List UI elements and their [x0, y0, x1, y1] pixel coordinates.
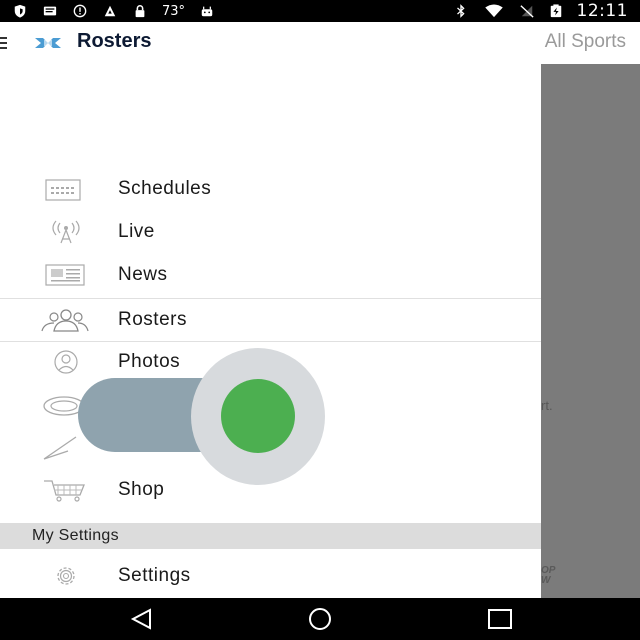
page-title: Rosters	[77, 30, 152, 52]
home-icon[interactable]	[306, 606, 334, 632]
lock-icon	[135, 5, 145, 18]
wifi-icon	[484, 4, 503, 18]
temperature-label: 73°	[162, 3, 186, 19]
drawer-item-schedules[interactable]: Schedules	[0, 168, 541, 210]
gear-icon	[57, 567, 75, 585]
drawer-item-rosters[interactable]: Rosters	[0, 298, 541, 342]
people-icon	[41, 309, 89, 332]
toggle-thumb[interactable]	[221, 379, 295, 453]
no-sim-icon	[519, 5, 534, 18]
battery-charging-icon	[550, 4, 561, 18]
status-bar: 73° 12:11	[0, 0, 640, 22]
background-text: rt.	[541, 398, 553, 413]
drawer-item-label: Schedules	[118, 178, 212, 199]
drawer-item-label: Live	[118, 221, 155, 242]
section-header-label: My Settings	[32, 527, 119, 544]
back-icon[interactable]	[128, 606, 156, 632]
bluetooth-icon	[456, 4, 465, 18]
background-text-2: OP W	[541, 565, 556, 586]
drawer-item-label: Rosters	[118, 309, 187, 330]
system-nav-bar	[0, 598, 640, 640]
newspaper-icon	[45, 264, 85, 286]
app-bar: Rosters All Sports	[0, 22, 640, 65]
toggle-switch[interactable]	[78, 348, 326, 485]
unc-logo-icon	[35, 38, 61, 48]
scrim-overlay[interactable]: rt. OP W	[541, 64, 640, 598]
drawer-item-settings[interactable]: Settings	[0, 555, 541, 597]
drawer-item-news[interactable]: News	[0, 254, 541, 296]
hamburger-menu-icon[interactable]	[0, 36, 8, 50]
alert-icon	[73, 4, 87, 18]
app-icon	[104, 5, 116, 17]
broadcast-icon	[52, 220, 80, 244]
android-icon	[201, 6, 213, 17]
recents-icon[interactable]	[486, 606, 514, 632]
calendar-icon	[45, 179, 81, 201]
drawer-item-live[interactable]: Live	[0, 211, 541, 253]
navigation-drawer: Schedules Live News Rosters Photos Shop …	[0, 64, 541, 598]
all-sports-selector[interactable]: All Sports	[545, 31, 626, 53]
drawer-item-label: News	[118, 264, 168, 285]
section-header-my-settings: My Settings	[0, 523, 541, 549]
message-icon	[43, 6, 57, 16]
drawer-item-label: Settings	[118, 565, 191, 586]
shield-icon	[14, 4, 26, 18]
clock-time: 12:11	[576, 1, 628, 21]
